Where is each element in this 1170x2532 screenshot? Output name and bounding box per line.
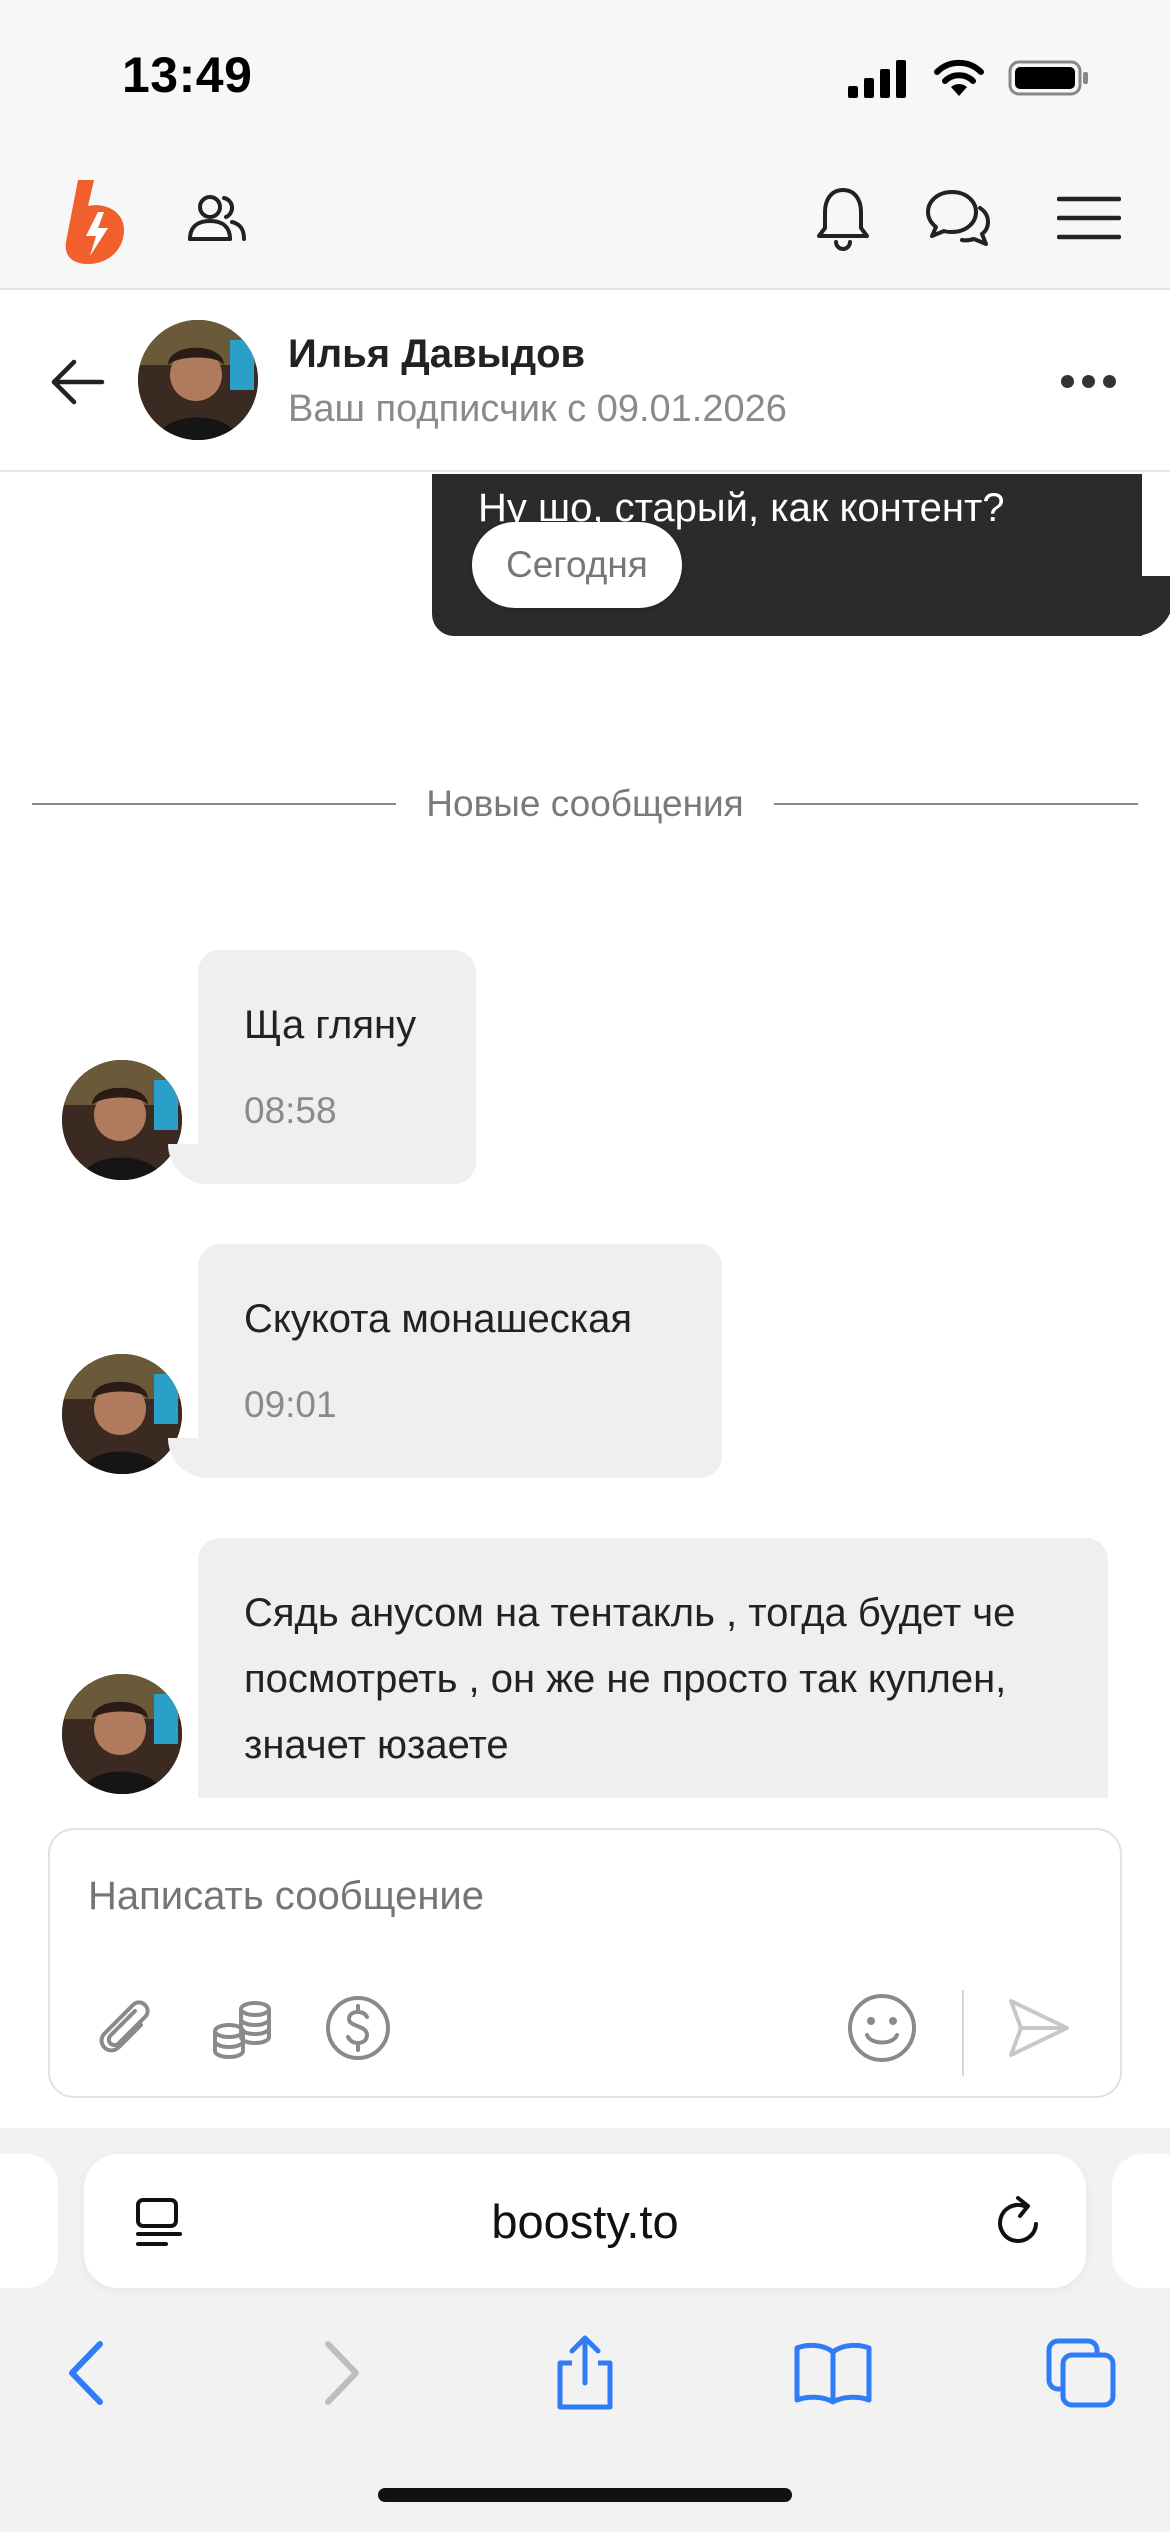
status-bar: 13:49 <box>0 0 1170 150</box>
message-bubble: Скукота монашеская 09:01 <box>168 1244 722 1478</box>
tabs-button[interactable] <box>1036 2328 1126 2418</box>
more-options-button[interactable] <box>1048 356 1128 406</box>
address-bar[interactable]: boosty.to <box>84 2154 1086 2288</box>
message-time: 08:58 <box>244 1090 337 1131</box>
reload-icon[interactable] <box>990 2194 1046 2250</box>
browser-toolbar: boosty.to <box>0 2128 1170 2532</box>
bell-icon[interactable] <box>808 180 878 256</box>
message-input[interactable] <box>88 1874 988 1919</box>
people-icon[interactable] <box>182 184 252 254</box>
tabs-icon <box>1046 2338 1116 2408</box>
back-arrow-icon <box>51 359 105 405</box>
forward-arrow-icon <box>325 2341 359 2405</box>
coins-icon <box>213 2001 271 2059</box>
message-text: Сядь анусом на тентакль , тогда будет че… <box>244 1591 1016 1767</box>
boosty-logo-icon <box>65 180 124 264</box>
message-text: Ща гляну <box>244 1003 417 1047</box>
url-text[interactable]: boosty.to <box>84 2194 1086 2249</box>
paperclip-icon <box>99 2000 150 2053</box>
previous-tab-preview[interactable] <box>0 2154 58 2288</box>
message-bubble: Ща гляну 08:58 <box>168 950 476 1184</box>
divider-label: Новые сообщения <box>426 783 744 824</box>
attach-button[interactable] <box>88 1990 164 2066</box>
sender-avatar[interactable] <box>62 1354 182 1474</box>
wifi-icon <box>934 59 984 96</box>
emoji-button[interactable] <box>844 1990 920 2066</box>
avatar[interactable] <box>138 320 258 440</box>
bubble-tail <box>1114 576 1170 636</box>
status-time: 13:49 <box>122 47 253 103</box>
next-tab-preview[interactable] <box>1112 2154 1170 2288</box>
message-bubble: Сядь анусом на тентакль , тогда будет че… <box>198 1538 1108 1798</box>
new-messages-divider: Новые сообщения <box>32 774 1139 834</box>
share-icon <box>557 2335 613 2410</box>
message-text: Скукота монашеская <box>244 1297 633 1341</box>
composer-separator <box>962 1990 964 2076</box>
divider-line <box>32 803 397 805</box>
more-dot-icon <box>1060 374 1074 388</box>
more-dot-icon <box>1081 374 1095 388</box>
boosty-logo[interactable] <box>58 176 136 268</box>
chat-name[interactable]: Илья Давыдов <box>288 332 585 377</box>
send-button[interactable] <box>1000 1990 1076 2066</box>
chat-header: Илья Давыдов Ваш подписчик с 09.01.2026 <box>0 290 1170 472</box>
donate-coins-button[interactable] <box>204 1990 280 2066</box>
divider-line <box>773 803 1139 805</box>
cellular-signal-icon <box>848 60 906 98</box>
messages-list[interactable]: Ну шо, старый, как контент? Сегодня Новы… <box>0 474 1170 1798</box>
chat-subtitle: Ваш подписчик с 09.01.2026 <box>288 388 787 430</box>
home-indicator <box>378 2488 792 2502</box>
message-composer <box>48 1828 1122 2098</box>
bookmarks-icon <box>794 2342 872 2405</box>
browser-forward-button[interactable] <box>296 2328 386 2418</box>
bookmarks-button[interactable] <box>788 2328 878 2418</box>
more-dot-icon <box>1102 374 1116 388</box>
dollar-circle-icon <box>326 1996 390 2060</box>
send-icon <box>1009 1999 1069 2057</box>
bubble-tail <box>168 1144 228 1184</box>
battery-icon <box>1008 60 1088 96</box>
status-icons <box>848 58 1090 98</box>
sender-avatar[interactable] <box>62 1674 182 1794</box>
browser-back-button[interactable] <box>42 2328 132 2418</box>
date-chip: Сегодня <box>472 522 682 608</box>
back-arrow-icon <box>69 2341 103 2405</box>
chat-bubbles-icon[interactable] <box>918 180 998 256</box>
message-time: 09:01 <box>244 1384 337 1425</box>
menu-icon[interactable] <box>1054 188 1124 248</box>
sender-avatar[interactable] <box>62 1060 182 1180</box>
emoji-icon <box>848 1994 916 2062</box>
send-money-button[interactable] <box>320 1990 396 2066</box>
site-header <box>0 150 1170 290</box>
back-button[interactable] <box>42 346 114 418</box>
share-button[interactable] <box>540 2328 630 2418</box>
bubble-tail <box>168 1438 228 1478</box>
